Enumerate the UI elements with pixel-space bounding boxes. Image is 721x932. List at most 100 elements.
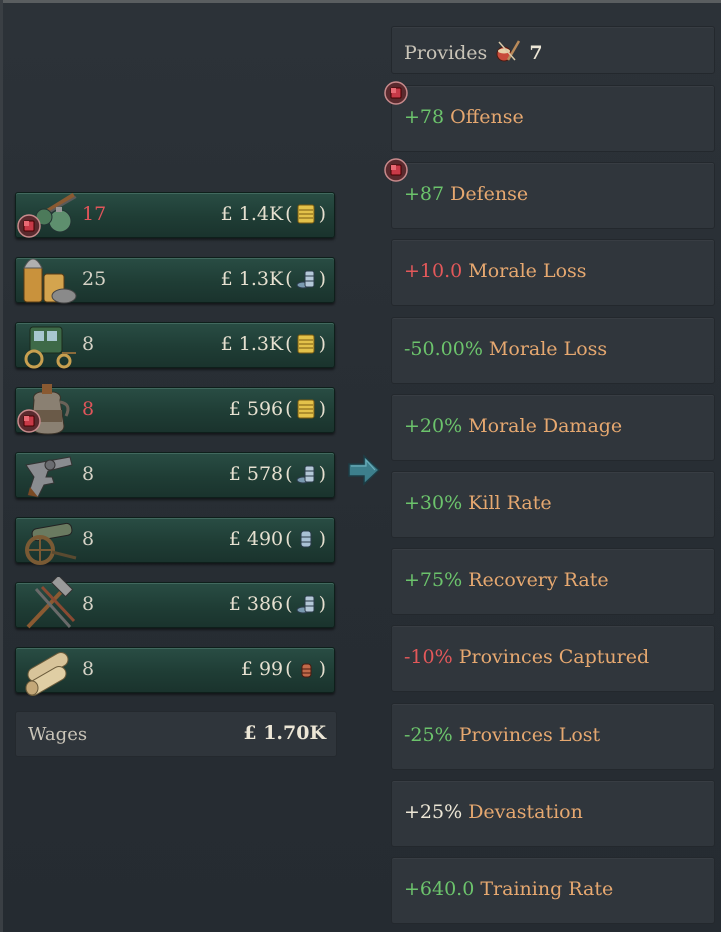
wages-label: Wages (28, 724, 88, 745)
modifier-card[interactable]: +30% Kill Rate (391, 471, 715, 538)
goods-price: £ 386 () (228, 593, 326, 615)
modifier-value: -10% (404, 646, 453, 668)
goods-price: £ 99 () (240, 658, 326, 680)
goods-price-value: £ 1.3K (220, 268, 284, 290)
wages-row[interactable]: Wages £ 1.70K (15, 711, 337, 757)
goods-row[interactable]: 8 £ 596 () (15, 384, 335, 435)
modifier-text: +78 Offense (404, 106, 524, 128)
modifier-text: +10.0 Morale Loss (404, 260, 587, 282)
shortage-warning-icon (384, 158, 408, 182)
goods-price: £ 1.3K () (220, 268, 326, 290)
shortage-warning-icon (17, 214, 41, 238)
ammunition-icon (23, 258, 77, 304)
modifier-value: +10.0 (404, 260, 463, 282)
goods-price-value: £ 386 (228, 593, 284, 615)
goods-row[interactable]: 8 £ 99 () (15, 647, 335, 696)
single-silver-coin-icon (300, 530, 312, 548)
goods-price-value: £ 1.4K (220, 203, 284, 225)
silver-coin-icon (296, 595, 315, 614)
provides-label: Provides (404, 42, 488, 64)
tools-icon (26, 577, 76, 629)
modifier-text: +20% Morale Damage (404, 415, 622, 437)
silver-coin-icon (296, 465, 315, 484)
modifier-card[interactable]: +78 Offense (384, 81, 715, 152)
arrow-right-icon (348, 454, 381, 486)
musket-drum-icon (496, 40, 521, 62)
modifier-name: Morale Loss (488, 338, 608, 360)
goods-row[interactable]: 8 £ 386 () (15, 577, 335, 629)
modifier-value: +87 (404, 183, 445, 205)
fabric-rolls-icon (25, 652, 69, 696)
provides-card[interactable]: Provides 7 (391, 26, 715, 74)
goods-row[interactable]: 17 £ 1.4K () (15, 192, 335, 238)
goods-count: 8 (82, 463, 95, 485)
carriage-icon (24, 326, 76, 369)
modifier-card[interactable]: +25% Devastation (391, 780, 715, 847)
goods-price: £ 490 () (228, 528, 326, 550)
modifier-value: -50.00% (404, 338, 483, 360)
modifier-value: +78 (404, 106, 445, 128)
shortage-warning-icon (17, 409, 41, 433)
modifier-text: -50.00% Morale Loss (404, 338, 607, 360)
goods-price-value: £ 578 (228, 463, 284, 485)
goods-price: £ 596 () (228, 398, 326, 420)
gold-coin-icon (297, 334, 315, 354)
top-border (0, 0, 721, 3)
goods-price-value: £ 1.3K (220, 333, 284, 355)
goods-price: £ 578 () (228, 463, 326, 485)
goods-count: 8 (82, 333, 95, 355)
modifier-text: -25% Provinces Lost (404, 724, 600, 746)
left-border (0, 0, 3, 932)
modifier-name: Provinces Lost (458, 724, 601, 746)
shortage-warning-icon (384, 81, 408, 105)
modifier-name: Devastation (468, 801, 583, 823)
goods-count: 8 (82, 528, 95, 550)
modifier-card[interactable]: -50.00% Morale Loss (391, 317, 715, 384)
goods-row[interactable]: 8 £ 578 () (15, 452, 335, 498)
revolver-icon (25, 456, 73, 498)
goods-price-value: £ 99 (240, 658, 284, 680)
goods-count: 8 (82, 398, 95, 420)
modifier-text: +640.0 Training Rate (404, 878, 613, 900)
modifier-name: Kill Rate (468, 492, 552, 514)
modifier-name: Recovery Rate (468, 569, 609, 591)
goods-price-value: £ 596 (228, 398, 284, 420)
gold-coin-icon (297, 204, 315, 224)
modifier-text: +75% Recovery Rate (404, 569, 609, 591)
modifier-value: +25% (404, 801, 463, 823)
goods-row[interactable]: 8 £ 490 () (15, 517, 335, 565)
modifier-name: Defense (450, 183, 529, 205)
goods-price-value: £ 490 (228, 528, 284, 550)
goods-row[interactable]: 25 £ 1.3K () (15, 257, 335, 304)
goods-price: £ 1.3K () (220, 333, 326, 355)
modifier-card[interactable]: -10% Provinces Captured (391, 625, 715, 692)
modifier-card[interactable]: -25% Provinces Lost (391, 703, 715, 770)
modifier-text: -10% Provinces Captured (404, 646, 649, 668)
modifier-card[interactable]: +20% Morale Damage (391, 394, 715, 461)
modifier-card[interactable]: +10.0 Morale Loss (391, 239, 715, 306)
silver-coin-icon (296, 270, 315, 289)
goods-price: £ 1.4K () (220, 203, 326, 225)
modifier-text: +87 Defense (404, 183, 528, 205)
modifier-name: Morale Loss (468, 260, 587, 282)
modifier-name: Morale Damage (468, 415, 623, 437)
modifier-value: -25% (404, 724, 453, 746)
gold-coin-icon (297, 399, 315, 419)
provides-value: 7 (529, 42, 543, 64)
modifier-value: +20% (404, 415, 463, 437)
modifier-card[interactable]: +87 Defense (384, 158, 715, 229)
modifier-name: Provinces Captured (458, 646, 650, 668)
modifier-value: +640.0 (404, 878, 475, 900)
modifier-name: Training Rate (480, 878, 614, 900)
modifier-value: +75% (404, 569, 463, 591)
modifier-text: +25% Devastation (404, 801, 583, 823)
modifier-value: +30% (404, 492, 463, 514)
goods-count: 8 (82, 658, 95, 680)
modifier-text: +30% Kill Rate (404, 492, 552, 514)
copper-coin-icon (301, 663, 312, 678)
goods-count: 25 (82, 268, 107, 290)
goods-count: 8 (82, 593, 95, 615)
modifier-card[interactable]: +640.0 Training Rate (391, 857, 715, 924)
goods-row[interactable]: 8 £ 1.3K () (15, 322, 335, 369)
modifier-card[interactable]: +75% Recovery Rate (391, 548, 715, 615)
